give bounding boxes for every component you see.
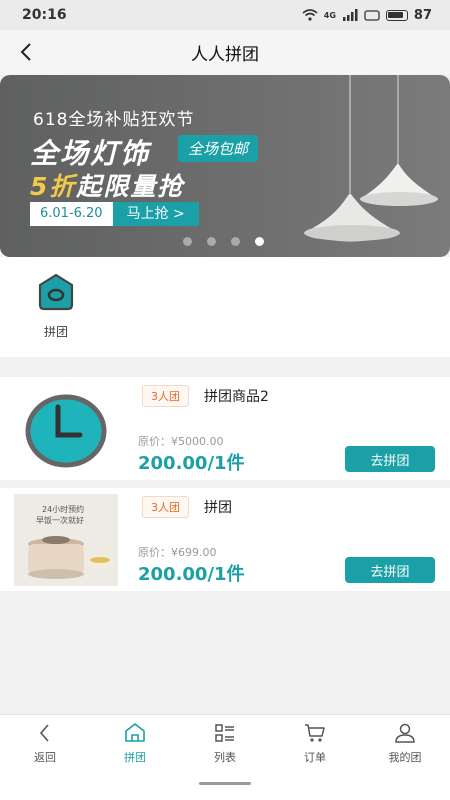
- original-price: 原价：¥5000.00: [138, 435, 224, 448]
- cooker-caption-1: 24小时预约: [42, 504, 84, 514]
- tab-group-buy[interactable]: 拼团: [90, 715, 180, 770]
- tab-label: 我的团: [388, 751, 422, 764]
- group-size-badge: 3人团: [142, 385, 189, 407]
- wifi-icon: [302, 9, 318, 21]
- banner-subtitle: 618全场补贴狂欢节: [33, 110, 195, 130]
- product-name: 拼团: [204, 500, 232, 516]
- banner-date: 6.01-6.20: [30, 202, 113, 226]
- back-icon: [39, 724, 49, 742]
- tab-list[interactable]: 列表: [180, 715, 270, 770]
- category-item-group-buy[interactable]: 拼团: [26, 267, 86, 340]
- carousel-dot[interactable]: [183, 237, 192, 246]
- tab-label: 订单: [304, 751, 326, 764]
- promo-banner[interactable]: 618全场补贴狂欢节 全场灯饰 全场包邮 5折起限量抢 6.01-6.20 马上…: [0, 75, 450, 257]
- product-card[interactable]: 24小时预约 早饭一次就好 3人团 拼团 原价：¥699.00 200.00/1…: [0, 488, 450, 591]
- product-card[interactable]: 3人团 拼团商品2 原价：¥5000.00 200.00/1件 去拼团: [0, 377, 450, 480]
- tab-my-group[interactable]: 我的团: [360, 715, 450, 770]
- group-size-badge: 3人团: [142, 496, 189, 518]
- status-time: 20:16: [22, 7, 67, 23]
- status-bar: 20:16 4G 87: [0, 0, 450, 30]
- tab-back[interactable]: 返回: [0, 715, 90, 770]
- group-price: 200.00/1件: [138, 564, 245, 585]
- back-button[interactable]: [12, 38, 40, 66]
- lamp-image: [304, 75, 438, 242]
- banner-headline-2: 5折起限量抢: [30, 167, 184, 203]
- clock-icon: [25, 394, 107, 468]
- house-icon: [38, 273, 74, 311]
- battery-level: 87: [413, 7, 432, 23]
- signal-icon: [342, 9, 358, 21]
- network-label: 4G: [323, 10, 336, 20]
- category-label: 拼团: [43, 325, 68, 339]
- cooker-image: 24小时预约 早饭一次就好: [14, 494, 118, 586]
- banner-headline-2-rest: 起限量抢: [76, 172, 185, 201]
- product-name: 拼团商品2: [204, 389, 269, 405]
- banner-tag: 全场包邮: [178, 135, 259, 162]
- home-icon: [125, 723, 145, 742]
- join-group-button[interactable]: 去拼团: [345, 557, 435, 583]
- banner-date-row: 6.01-6.20 马上抢 >: [30, 202, 199, 226]
- group-price: 200.00/1件: [138, 453, 245, 474]
- original-price: 原价：¥699.00: [138, 546, 217, 559]
- banner-discount: 5折: [30, 172, 77, 201]
- carousel-dots: [183, 237, 264, 246]
- hd-icon: [364, 10, 380, 21]
- home-indicator: [0, 770, 450, 800]
- tab-label: 列表: [214, 751, 236, 764]
- battery-icon: [385, 9, 408, 21]
- nav-bar: 人人拼团: [0, 30, 450, 74]
- carousel-dot-active[interactable]: [255, 237, 264, 246]
- category-grid: 拼团: [0, 257, 450, 357]
- banner-headline: 全场灯饰: [30, 137, 151, 170]
- cart-icon: [305, 724, 325, 742]
- carousel-dot[interactable]: [207, 237, 216, 246]
- carousel-dot[interactable]: [231, 237, 240, 246]
- tab-label: 拼团: [124, 751, 146, 764]
- user-icon: [395, 723, 415, 743]
- join-group-button[interactable]: 去拼团: [345, 446, 435, 472]
- status-icons: 4G 87: [302, 8, 432, 23]
- list-icon: [215, 724, 234, 742]
- chevron-left-icon: [20, 43, 31, 61]
- tab-orders[interactable]: 订单: [270, 715, 360, 770]
- page-title: 人人拼团: [191, 44, 259, 65]
- banner-cta[interactable]: 马上抢 >: [112, 202, 199, 226]
- bottom-tab-bar: 返回 拼团 列表 订单 我的团: [0, 714, 450, 770]
- tab-label: 返回: [34, 751, 56, 764]
- cooker-caption-2: 早饭一次就好: [36, 515, 84, 525]
